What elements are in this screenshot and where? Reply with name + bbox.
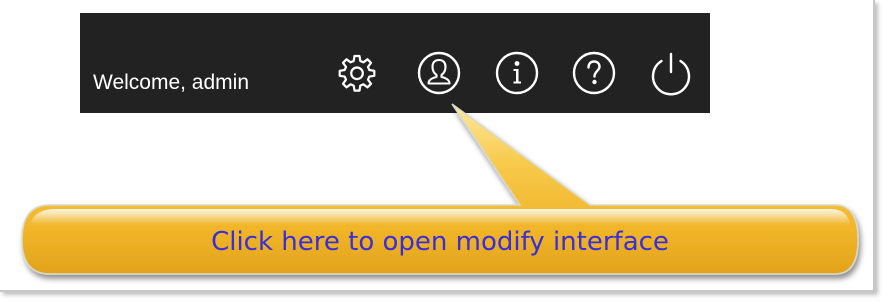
- help-icon[interactable]: [569, 48, 619, 98]
- settings-gear-icon[interactable]: [332, 48, 382, 98]
- welcome-text: Welcome, admin: [93, 71, 250, 94]
- power-icon[interactable]: [646, 48, 696, 98]
- info-icon[interactable]: [492, 48, 542, 98]
- user-profile-icon[interactable]: [414, 48, 464, 98]
- top-bar: Welcome, admin: [80, 13, 710, 113]
- callout-text: Click here to open modify interface: [211, 227, 669, 257]
